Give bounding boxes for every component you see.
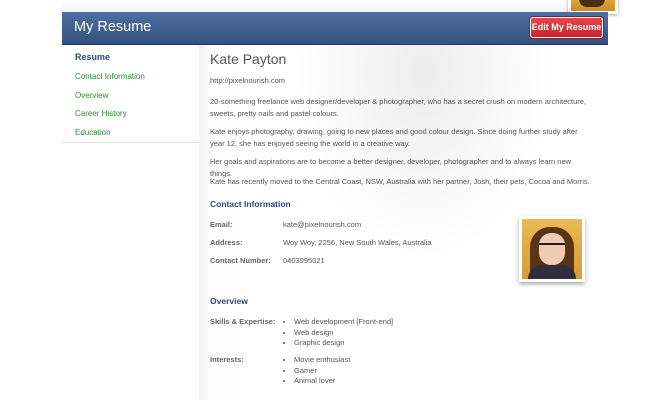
page-title: My Resume — [74, 19, 152, 35]
list-item: Movie enthusiast — [294, 355, 350, 366]
contact-number-value: 0403995021 — [283, 256, 325, 265]
skills-list: Web development [Front-end] Web design G… — [283, 317, 393, 349]
sidebar-item-overview[interactable]: Overview — [75, 91, 108, 100]
top-shadow — [62, 0, 608, 12]
edit-resume-button[interactable]: Edit My Resume — [530, 17, 603, 38]
profile-url[interactable]: http://pixelnourish.com — [210, 75, 590, 87]
profile-photo — [519, 216, 585, 282]
overview-section-title: Overview — [210, 296, 248, 306]
list-item: Web design — [294, 328, 393, 339]
email-label: Email: — [210, 220, 233, 229]
sidebar-heading: Resume — [75, 52, 111, 62]
sidebar-divider — [62, 142, 199, 143]
sidebar-item-career-history[interactable]: Career History — [75, 109, 127, 118]
bio-paragraph-1: 20-something freelance web designer/deve… — [210, 97, 587, 118]
header-bar: My Resume Edit My Resume — [62, 12, 608, 45]
interests-list: Movie enthusiast Gamer Animal lover — [283, 355, 350, 387]
list-item: Web development [Front-end] — [294, 317, 393, 328]
interests-label: Interests: — [210, 355, 244, 364]
bio-paragraph-4: Kate has recently moved to the Central C… — [210, 177, 590, 186]
address-label: Address: — [210, 238, 243, 247]
email-value[interactable]: kate@pixelnourish.com — [283, 220, 361, 229]
sidebar-item-education[interactable]: Education — [75, 128, 111, 137]
contact-section-title: Contact Information — [210, 199, 291, 209]
skills-label: Skills & Expertise: — [210, 317, 276, 326]
sidebar-item-contact-information[interactable]: Contact Information — [75, 72, 145, 81]
bio-paragraph-2: Kate enjoys photography, drawing, going … — [210, 127, 578, 148]
sidebar: Resume Contact Information Overview Care… — [62, 45, 199, 400]
list-item: Graphic design — [294, 338, 393, 349]
list-item: Animal lover — [294, 376, 350, 387]
address-value: Woy Woy, 2256, New South Wales, Australi… — [283, 238, 432, 247]
contact-number-label: Contact Number: — [210, 256, 271, 265]
profile-name: Kate Payton — [210, 51, 287, 67]
list-item: Gamer — [294, 366, 350, 377]
